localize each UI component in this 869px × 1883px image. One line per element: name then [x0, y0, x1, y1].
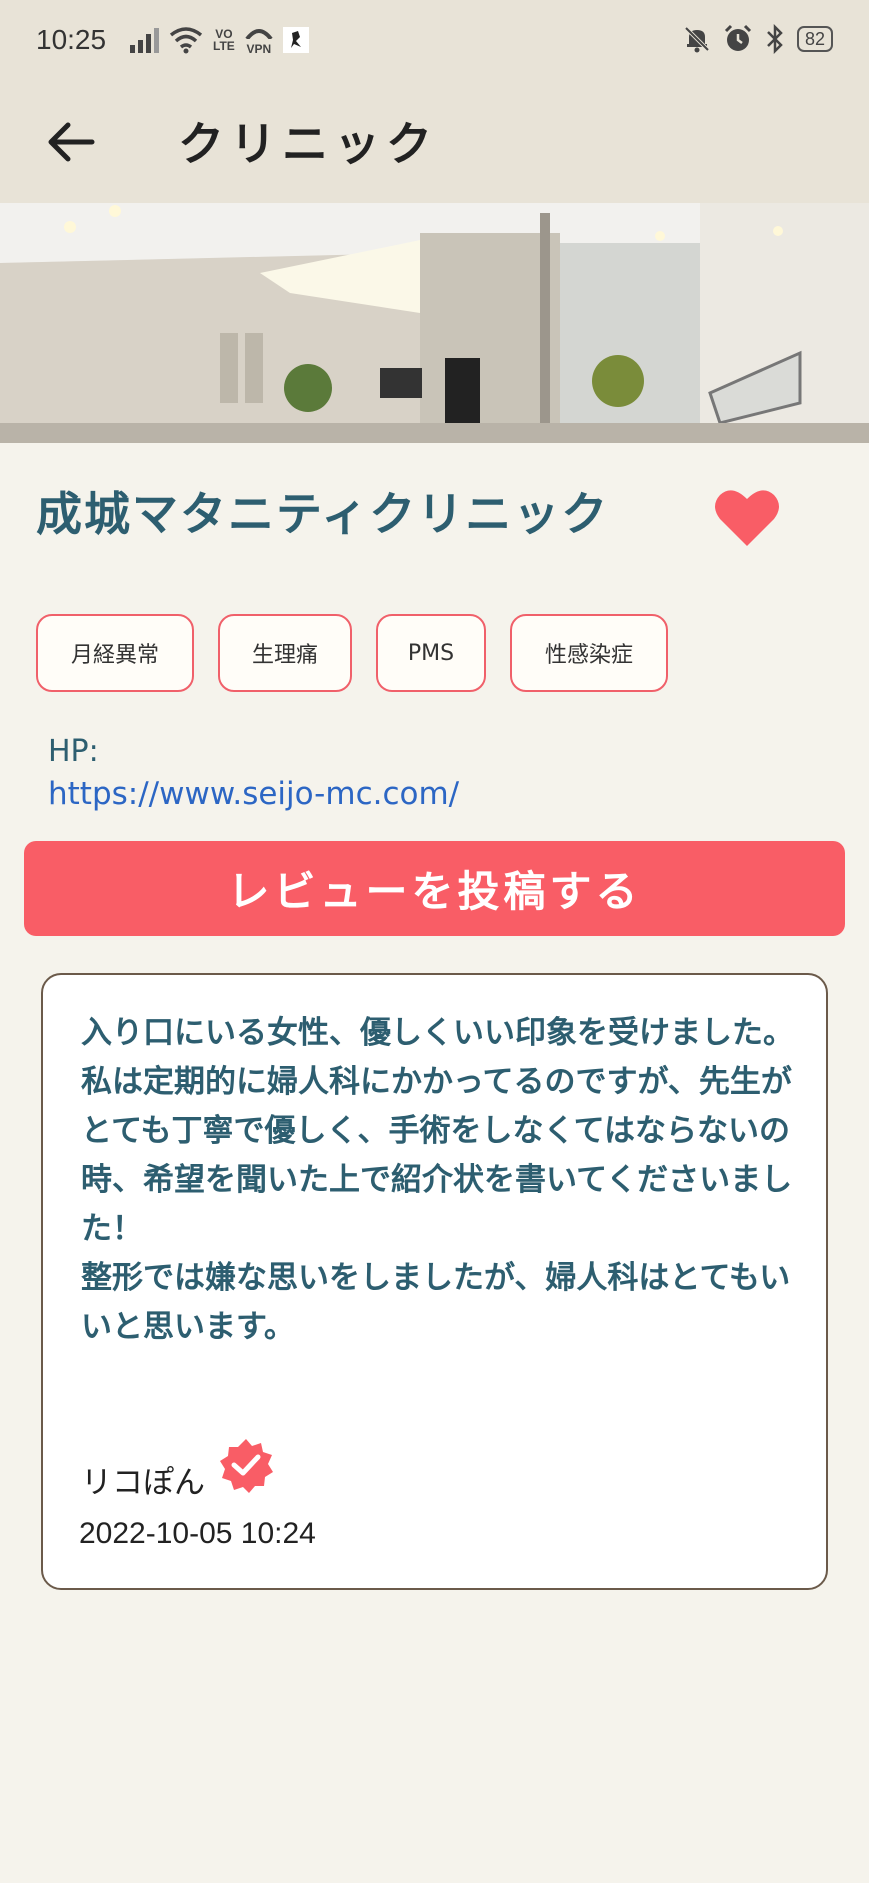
status-time: 10:25: [36, 24, 107, 55]
status-bar: 10:25 VO LTE VPN 82: [0, 0, 869, 84]
page-title: クリニック: [178, 117, 438, 171]
verified-badge-icon: [220, 1439, 273, 1493]
heart-icon: [715, 490, 779, 546]
alarm-icon: [724, 24, 752, 51]
status-icons-left: VO LTE VPN: [130, 24, 309, 55]
app-notification-icon: [282, 26, 309, 53]
bluetooth-icon: [767, 24, 783, 54]
tag-chip[interactable]: 月経異常: [36, 614, 194, 692]
review-date: 2022-10-05 10:24: [79, 1517, 316, 1550]
bell-off-icon: [684, 26, 710, 53]
volte-icon: VO LTE: [213, 26, 235, 53]
reviewer-name: リコぽん: [81, 1465, 205, 1501]
vpn-icon: VPN: [245, 24, 273, 55]
review-text: 入り口にいる女性、優しくいい印象を受けました。 私は定期的に婦人科にかかってるの…: [81, 1015, 794, 1345]
clinic-name: 成城マタニティクリニック: [36, 487, 610, 541]
favorite-button[interactable]: [714, 486, 780, 548]
status-icons-right: 82: [683, 24, 833, 54]
hp-label: HP:: [48, 734, 99, 769]
tag-chip[interactable]: 生理痛: [218, 614, 352, 692]
clinic-hero-image: [0, 203, 869, 443]
arrow-left-icon: [48, 122, 95, 162]
post-review-button[interactable]: レビューを投稿する: [24, 841, 845, 936]
back-button[interactable]: [40, 110, 104, 174]
wifi-icon: [169, 26, 203, 53]
signal-icon: [130, 27, 159, 53]
hp-link[interactable]: https://www.seijo-mc.com/: [48, 776, 459, 812]
category-tags: 月経異常 生理痛 PMS 性感染症: [36, 614, 668, 692]
tag-chip[interactable]: 性感染症: [510, 614, 668, 692]
review-card: 入り口にいる女性、優しくいい印象を受けました。 私は定期的に婦人科にかかってるの…: [41, 973, 828, 1590]
tag-chip[interactable]: PMS: [376, 614, 486, 692]
battery-icon: 82: [796, 26, 833, 52]
app-bar: クリニック: [0, 84, 869, 203]
